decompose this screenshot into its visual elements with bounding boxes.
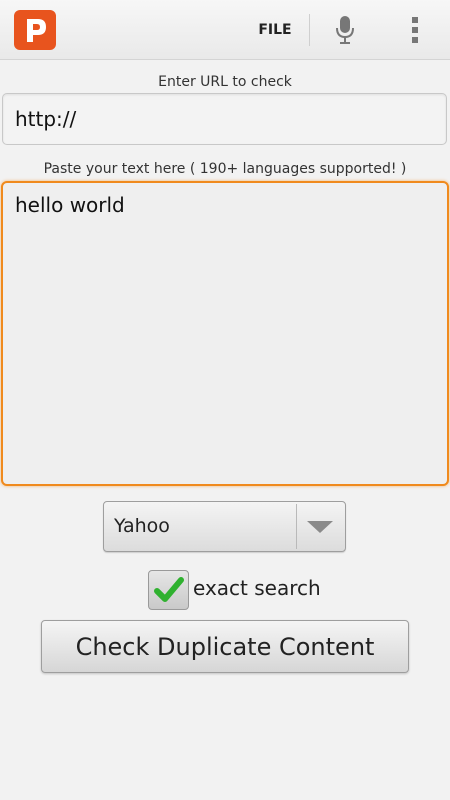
exact-search-checkbox[interactable] <box>148 570 189 610</box>
text-label: Paste your text here ( 190+ languages su… <box>43 161 407 177</box>
search-engine-select[interactable]: Yahoo <box>103 501 346 552</box>
overflow-menu-icon[interactable] <box>400 12 430 48</box>
text-input[interactable]: hello world <box>1 181 449 486</box>
search-engine-value: Yahoo <box>114 515 170 537</box>
url-input[interactable] <box>2 93 447 145</box>
file-menu-button[interactable]: FILE <box>248 0 302 60</box>
checkmark-icon <box>153 577 184 602</box>
action-bar: FILE <box>0 0 450 60</box>
check-duplicate-content-button[interactable]: Check Duplicate Content <box>41 620 409 673</box>
actionbar-divider <box>309 14 310 46</box>
url-label: Enter URL to check <box>158 74 292 90</box>
exact-search-label: exact search <box>193 576 321 600</box>
microphone-icon[interactable] <box>328 12 362 48</box>
app-logo-icon[interactable] <box>14 10 56 50</box>
select-divider <box>296 504 297 549</box>
dropdown-arrow-icon <box>307 521 333 533</box>
